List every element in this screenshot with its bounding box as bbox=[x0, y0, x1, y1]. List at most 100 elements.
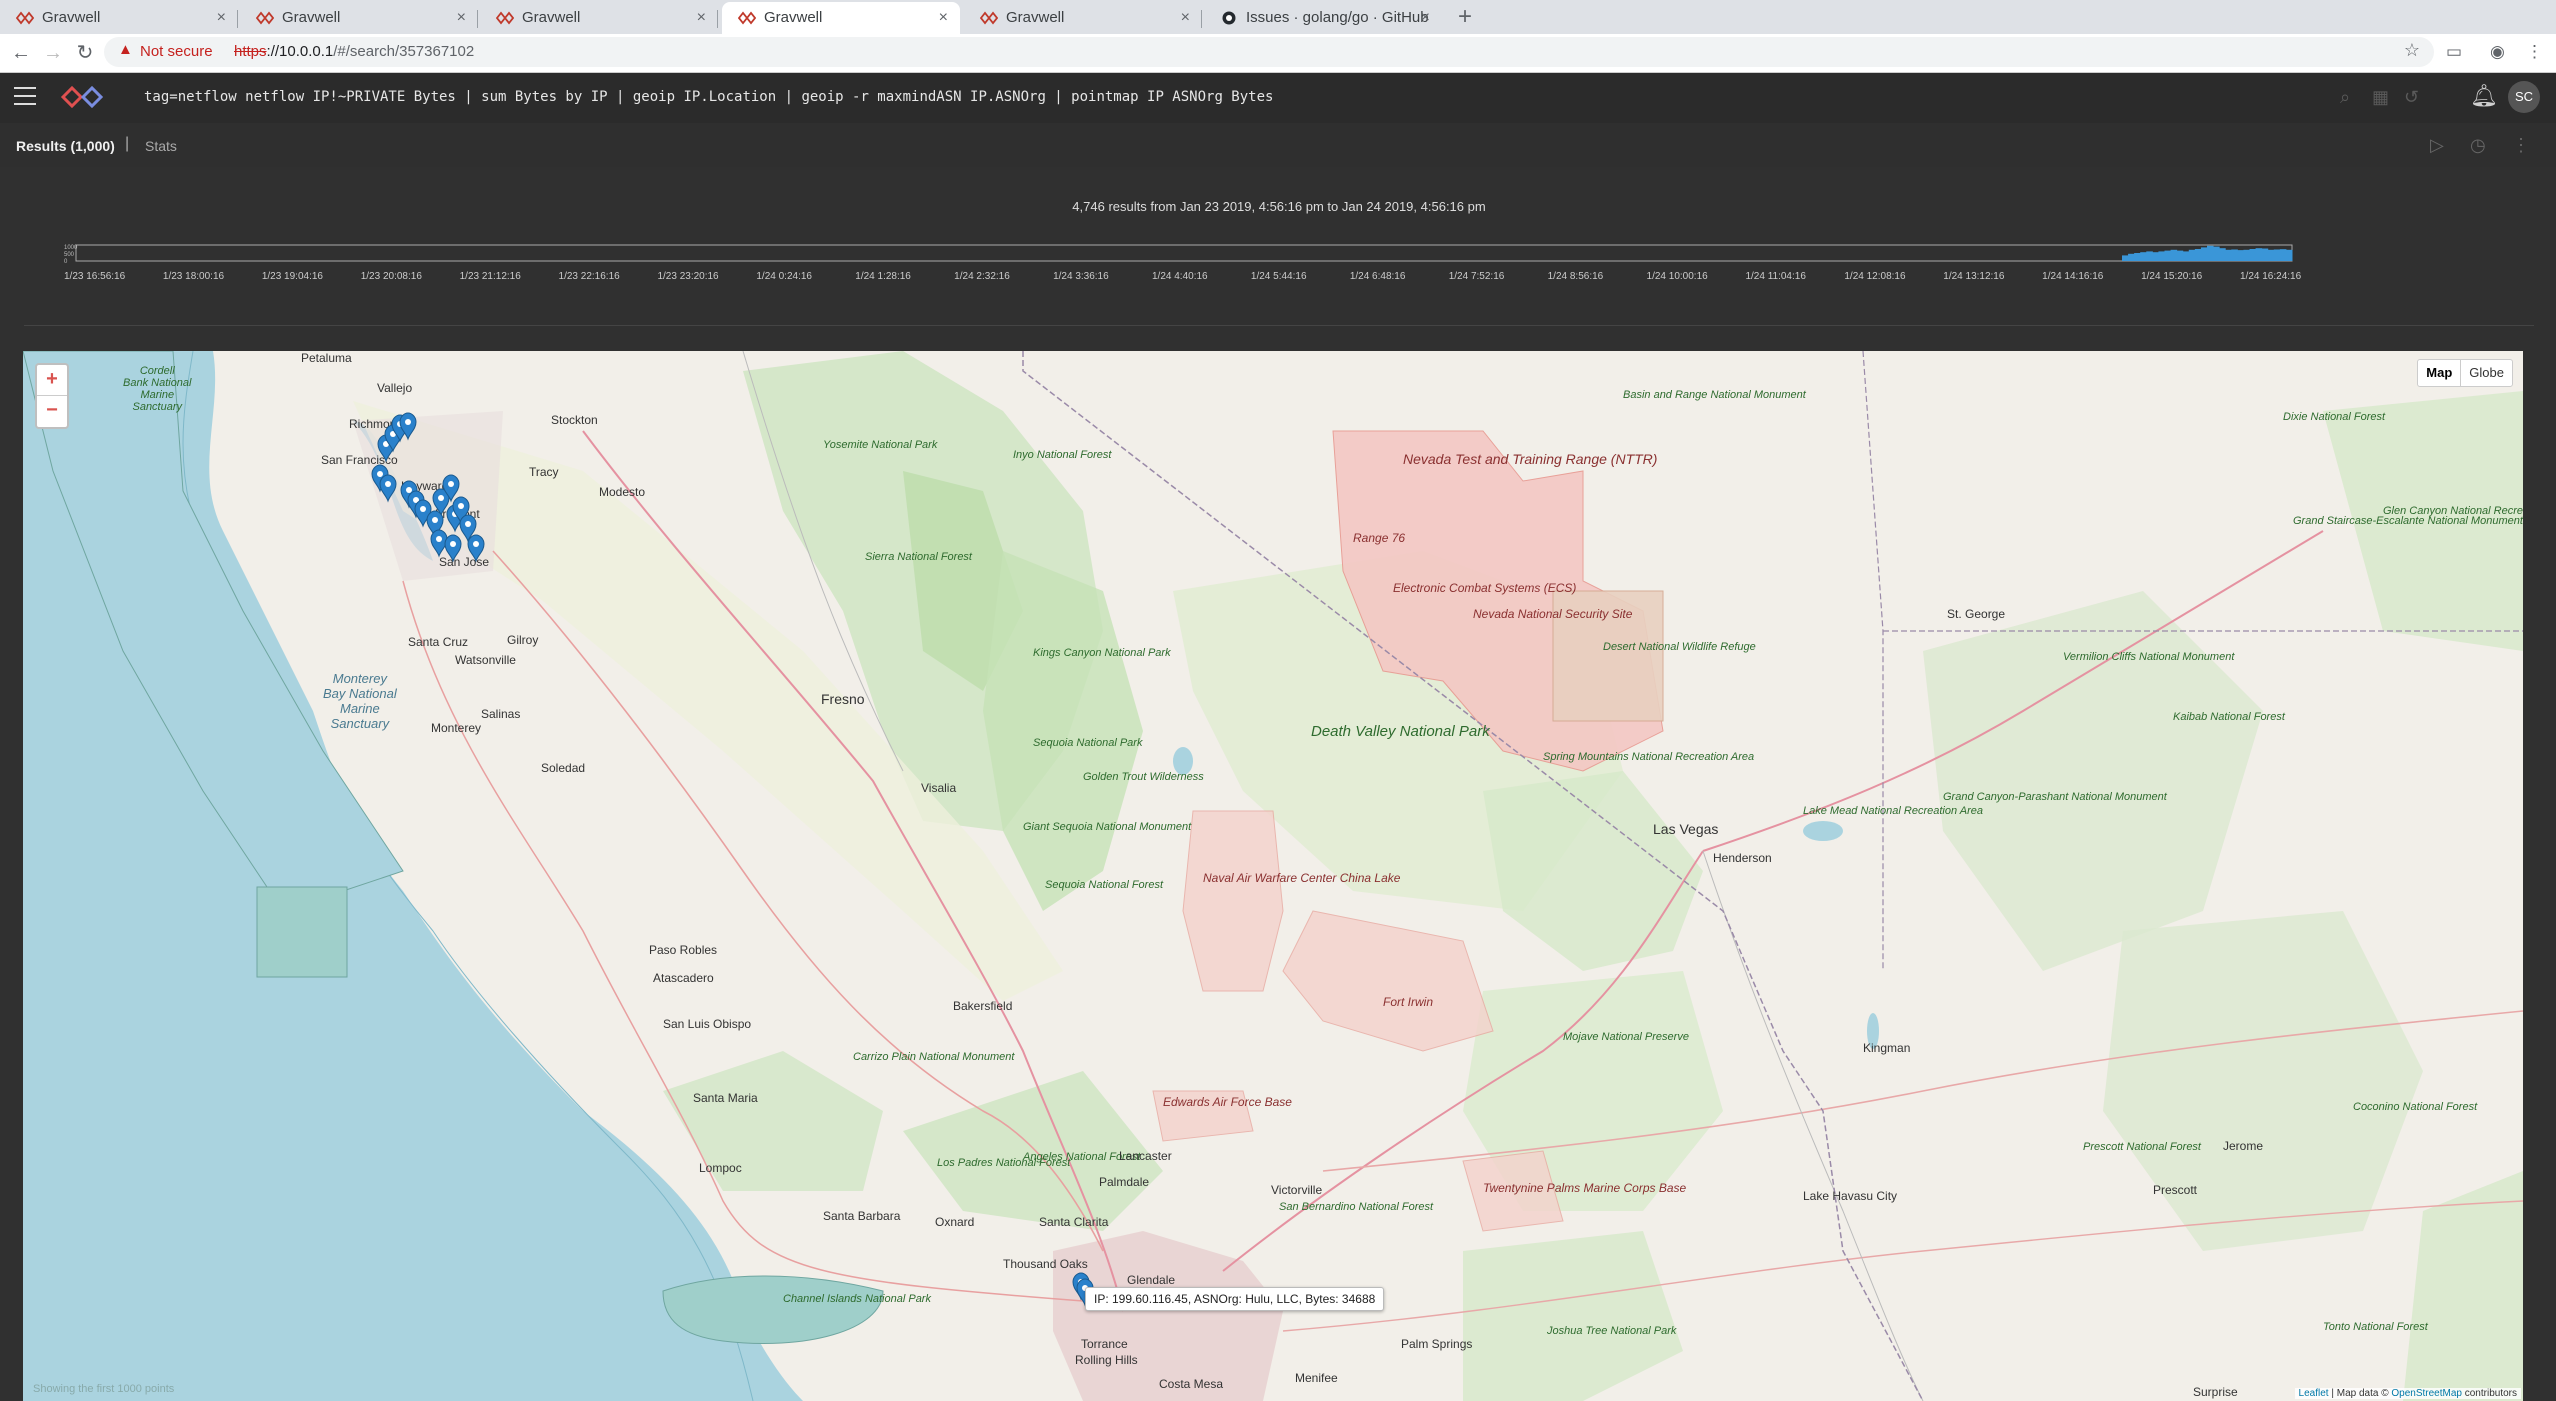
reload-icon[interactable]: ↻ bbox=[72, 40, 98, 66]
timeline-bar bbox=[2176, 250, 2184, 261]
timeline-x-tick: 1/23 23:20:16 bbox=[657, 271, 719, 282]
timeline-overview: 4,746 results from Jan 23 2019, 4:56:16 … bbox=[24, 167, 2534, 327]
timeline-x-tick: 1/24 15:20:16 bbox=[2141, 271, 2203, 282]
search-query[interactable]: tag=netflow netflow IP!~PRIVATE Bytes | … bbox=[144, 89, 1273, 105]
browser-tab[interactable]: Gravwell × bbox=[240, 2, 478, 34]
bookmark-star-icon[interactable]: ☆ bbox=[2404, 40, 2420, 61]
profile-icon[interactable]: ◉ bbox=[2490, 42, 2505, 62]
calendar-icon[interactable]: ▦ bbox=[2372, 87, 2389, 108]
tab-close-icon[interactable]: × bbox=[457, 2, 466, 34]
browser-tab-active[interactable]: Gravwell × bbox=[722, 2, 960, 34]
warning-icon: ▲ bbox=[118, 41, 133, 58]
tab-close-icon[interactable]: × bbox=[939, 2, 948, 34]
browser-tab[interactable]: Issues · golang/go · GitHub × bbox=[1204, 2, 1442, 34]
timeline-y-tick: 0 bbox=[64, 259, 68, 265]
browser-tab[interactable]: Gravwell × bbox=[964, 2, 1202, 34]
timeline-x-tick: 1/24 3:36:16 bbox=[1053, 271, 1109, 282]
timeline-x-tick: 1/24 12:08:16 bbox=[1844, 271, 1906, 282]
timeline-bar bbox=[2134, 253, 2141, 261]
leaflet-link[interactable]: Leaflet bbox=[2299, 1388, 2329, 1399]
timeline-x-tick: 1/24 0:24:16 bbox=[756, 271, 812, 282]
timeline-bar bbox=[2255, 248, 2263, 261]
timeline-bar bbox=[2261, 248, 2269, 261]
zoom-control: + − bbox=[35, 363, 69, 429]
forward-arrow-icon[interactable]: → bbox=[40, 40, 66, 66]
app-header: tag=netflow netflow IP!~PRIVATE Bytes | … bbox=[0, 73, 2556, 123]
pointmap[interactable]: Cordell Bank National Marine Sanctuary Mont… bbox=[23, 351, 2523, 1401]
osm-link[interactable]: OpenStreetMap bbox=[2391, 1388, 2462, 1399]
tab-close-icon[interactable]: × bbox=[1181, 2, 1190, 34]
history-icon[interactable]: ↺ bbox=[2404, 87, 2419, 108]
play-icon[interactable]: ▷ bbox=[2430, 135, 2444, 156]
browser-tab[interactable]: Gravwell × bbox=[480, 2, 718, 34]
timeline-bar bbox=[2152, 252, 2159, 261]
back-arrow-icon[interactable]: ← bbox=[8, 40, 34, 66]
more-kebab-icon[interactable]: ⋮ bbox=[2512, 135, 2530, 156]
timeline-x-tick: 1/24 6:48:16 bbox=[1350, 271, 1406, 282]
results-bar: Results (1,000) | Stats ▷ ◷ ⋮ bbox=[0, 123, 2556, 167]
marker-layer bbox=[371, 412, 1094, 1307]
timeline-bar bbox=[2182, 251, 2190, 261]
tab-stats[interactable]: Stats bbox=[145, 138, 177, 154]
timeline-bar bbox=[2219, 248, 2226, 261]
timeline-bar bbox=[2273, 249, 2281, 261]
cast-icon[interactable]: ▭ bbox=[2446, 42, 2462, 62]
divider bbox=[24, 325, 2534, 326]
menu-kebab-icon[interactable]: ⋮ bbox=[2526, 42, 2543, 62]
attribution-tail: contributors bbox=[2461, 1388, 2517, 1399]
timeline-bar bbox=[2237, 250, 2244, 261]
timeline-x-tick: 1/24 11:04:16 bbox=[1745, 271, 1806, 282]
map-view-button[interactable]: Map bbox=[2418, 360, 2462, 386]
timeline-x-tick: 1/24 14:16:16 bbox=[2042, 271, 2104, 282]
gravwell-icon bbox=[496, 11, 514, 25]
gravwell-icon bbox=[738, 11, 756, 25]
gravwell-logo[interactable] bbox=[60, 85, 104, 109]
search-icon[interactable]: ⌕ bbox=[2340, 87, 2350, 108]
map-marker[interactable] bbox=[379, 474, 397, 503]
timer-icon[interactable]: ◷ bbox=[2470, 135, 2486, 156]
timeline-summary: 4,746 results from Jan 23 2019, 4:56:16 … bbox=[1072, 199, 1486, 214]
globe-view-button[interactable]: Globe bbox=[2461, 360, 2512, 386]
browser-toolbar: ← → ↻ ▲ Not secure https://10.0.0.1/#/se… bbox=[0, 34, 2556, 73]
security-label[interactable]: Not secure bbox=[140, 43, 213, 60]
new-tab-button[interactable]: + bbox=[1450, 2, 1480, 32]
timeline-histogram[interactable]: 10005000 1/23 16:56:16 1/23 18:00:16 1/23 1… bbox=[64, 237, 2304, 291]
timeline-bar bbox=[2164, 250, 2172, 261]
timeline-bar bbox=[2225, 249, 2232, 261]
zoom-in-button[interactable]: + bbox=[37, 365, 67, 395]
url-scheme: https bbox=[234, 43, 267, 60]
timeline-y-tick: 1000 bbox=[64, 245, 78, 251]
timeline-x-tick: 1/23 22:16:16 bbox=[559, 271, 621, 282]
tab-close-icon[interactable]: × bbox=[1421, 2, 1430, 34]
tab-separator: | bbox=[125, 135, 130, 152]
map-marker[interactable] bbox=[467, 534, 485, 563]
url-path: /#/search/357367102 bbox=[333, 43, 475, 60]
timeline-x-tick: 1/24 10:00:16 bbox=[1647, 271, 1709, 282]
timeline-bar bbox=[2122, 255, 2129, 261]
tab-title: Gravwell bbox=[42, 9, 101, 26]
timeline-y-tick: 500 bbox=[64, 252, 75, 258]
marker-tooltip: IP: 199.60.116.45, ASNOrg: Hulu, LLC, By… bbox=[1085, 1287, 1385, 1311]
timeline-bar bbox=[2243, 249, 2250, 261]
timeline-x-tick: 1/24 1:28:16 bbox=[855, 271, 911, 282]
hamburger-menu-icon[interactable] bbox=[14, 87, 36, 105]
url-text[interactable]: https://10.0.0.1/#/search/357367102 bbox=[234, 43, 474, 60]
tab-close-icon[interactable]: × bbox=[697, 2, 706, 34]
timeline-bar bbox=[2249, 249, 2257, 261]
browser-tab[interactable]: Gravwell × bbox=[0, 2, 238, 34]
tab-title: Gravwell bbox=[522, 9, 581, 26]
timeline-bar bbox=[2213, 246, 2220, 261]
url-host: ://10.0.0.1 bbox=[266, 43, 334, 60]
map-marker[interactable] bbox=[444, 534, 462, 563]
gravwell-icon bbox=[980, 11, 998, 25]
timeline-x-tick: 1/24 2:32:16 bbox=[954, 271, 1010, 282]
avatar[interactable]: SC bbox=[2508, 81, 2540, 113]
tab-close-icon[interactable]: × bbox=[217, 2, 226, 34]
timeline-bar bbox=[2200, 247, 2208, 261]
notification-bell-icon[interactable]: 🔔︎ bbox=[2470, 83, 2498, 109]
timeline-x-tick: 1/23 19:04:16 bbox=[262, 271, 324, 282]
address-bar[interactable]: ▲ Not secure https://10.0.0.1/#/search/3… bbox=[104, 37, 2434, 67]
zoom-out-button[interactable]: − bbox=[37, 395, 67, 426]
tab-title: Gravwell bbox=[764, 9, 823, 26]
tab-results[interactable]: Results (1,000) bbox=[16, 138, 115, 154]
